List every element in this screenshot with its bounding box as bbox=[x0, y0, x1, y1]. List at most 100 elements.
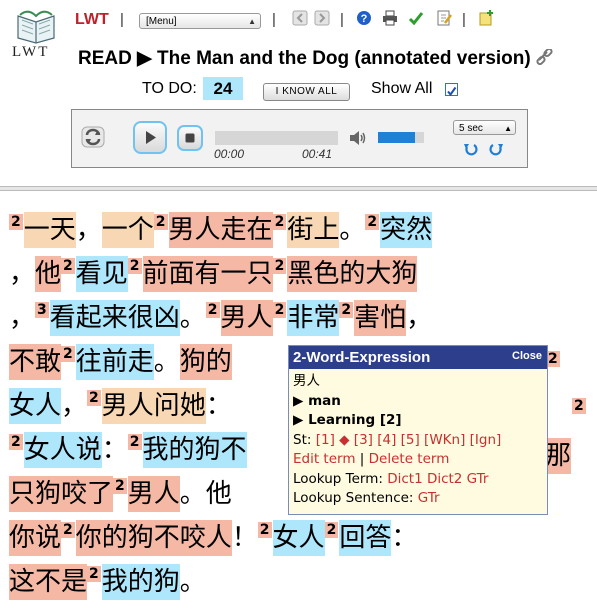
word-term[interactable]: 看见 bbox=[75, 256, 128, 292]
current-time: 00:00 bbox=[214, 147, 245, 161]
word-term[interactable]: 一个 bbox=[101, 212, 154, 248]
popup-body: 男人 ▶ man ▶ Learning [2] St: [1] ◆ [3] [4… bbox=[293, 372, 545, 509]
word-term[interactable]: 男人 bbox=[220, 300, 273, 336]
edit-text-icon[interactable] bbox=[436, 10, 452, 26]
separator: | bbox=[272, 11, 276, 28]
link-icon[interactable] bbox=[536, 47, 554, 66]
word-term[interactable]: 往前走 bbox=[75, 344, 154, 380]
checkmark-icon bbox=[447, 86, 457, 97]
chevron-down-icon: ▲ bbox=[504, 124, 512, 133]
punctuation: ， bbox=[61, 391, 88, 421]
popup-edit-row: Edit term | Delete term bbox=[293, 451, 450, 467]
i-know-all-button[interactable]: I KNOW ALL bbox=[263, 83, 350, 101]
lookup-sentence-link[interactable]: GTr bbox=[418, 490, 440, 506]
word-term[interactable]: 害怕 bbox=[354, 300, 407, 336]
lookup-sentence-label: Lookup Sentence: bbox=[293, 490, 414, 506]
word-term[interactable]: 女人 bbox=[272, 520, 325, 556]
text-line: 不敢 2 往前走。狗的 bbox=[9, 344, 232, 382]
delete-term-link[interactable]: Delete term bbox=[369, 451, 450, 467]
word-count-badge: 2 bbox=[365, 214, 380, 230]
skip-back-icon[interactable] bbox=[463, 141, 478, 156]
text-line: 只狗咬了 2 男人。他 bbox=[9, 476, 232, 514]
word-term[interactable]: 前面有一只 bbox=[142, 256, 273, 292]
word-term[interactable]: 他 bbox=[35, 256, 62, 292]
skip-forward-icon[interactable] bbox=[489, 141, 504, 156]
word-count-badge: 3 bbox=[35, 302, 49, 318]
volume-icon[interactable] bbox=[348, 130, 368, 146]
word-term[interactable]: 不敢 bbox=[9, 344, 62, 380]
word-term[interactable]: 街上 bbox=[287, 212, 340, 248]
word-count-badge: 2 bbox=[61, 258, 75, 274]
word-term[interactable]: 女人 bbox=[9, 388, 62, 424]
popup-status-links: St: [1] ◆ [3] [4] [5] [WKn] [Ign] bbox=[293, 431, 545, 451]
text-title: The Man and the Dog (annotated version) bbox=[157, 48, 531, 69]
word-count-badge: 2 bbox=[61, 346, 75, 362]
next-text-icon[interactable] bbox=[314, 10, 330, 26]
help-icon[interactable]: ? bbox=[356, 10, 372, 26]
menu-select[interactable]: [Menu] ▲ bbox=[139, 13, 261, 29]
stop-button[interactable] bbox=[177, 125, 203, 151]
word-term[interactable]: 女人说 bbox=[23, 432, 102, 468]
word-term[interactable]: 黑色的大狗 bbox=[287, 256, 418, 292]
check-icon[interactable] bbox=[408, 10, 424, 26]
word-term[interactable]: 男人走在 bbox=[168, 212, 273, 248]
edit-term-link[interactable]: Edit term bbox=[293, 451, 356, 467]
separator: | bbox=[340, 11, 344, 28]
word-count-badge: 2 bbox=[113, 478, 127, 494]
word-count-badge: 2 bbox=[205, 302, 220, 318]
word-term[interactable]: 你的狗不咬人 bbox=[75, 520, 232, 556]
new-text-icon[interactable] bbox=[478, 10, 494, 26]
word-term[interactable]: 这不是 bbox=[9, 564, 88, 600]
text-line: 2 一天，一个 2 男人走在 2 街上。 2 突然 bbox=[9, 212, 433, 250]
print-icon[interactable] bbox=[382, 10, 398, 26]
word-term[interactable]: 我的狗不 bbox=[142, 432, 247, 468]
status-links[interactable]: [1] ◆ [3] [4] [5] [WKn] [Ign] bbox=[316, 432, 502, 448]
punctuation: 。 bbox=[153, 347, 180, 377]
word-count-badge: 2 bbox=[127, 258, 142, 274]
repeat-icon[interactable] bbox=[81, 126, 105, 148]
word-term[interactable]: 一天 bbox=[23, 212, 76, 248]
word-term[interactable]: 男人问她 bbox=[101, 388, 206, 424]
word-count-badge: 2 bbox=[61, 522, 75, 538]
close-button[interactable]: Close bbox=[512, 350, 542, 362]
play-button[interactable] bbox=[133, 121, 167, 154]
logo-text: LWT bbox=[12, 44, 50, 60]
punctuation: 。他 bbox=[179, 479, 232, 509]
word-term[interactable]: 看起来很凶 bbox=[49, 300, 180, 336]
word-term[interactable]: 非常 bbox=[287, 300, 340, 336]
text-line: 女人， 2 男人问她： bbox=[9, 388, 232, 426]
word-count-badge: 2 bbox=[272, 214, 287, 230]
punctuation: ， bbox=[406, 303, 433, 333]
popup-lookup-sentence: Lookup Sentence: GTr bbox=[293, 489, 545, 509]
todo-count: 24 bbox=[203, 77, 243, 100]
word-term[interactable]: 我的狗 bbox=[101, 564, 180, 600]
popup-term: 男人 bbox=[293, 373, 320, 389]
frame-divider[interactable] bbox=[0, 186, 597, 191]
word-term[interactable]: 狗的 bbox=[179, 344, 232, 380]
show-all-checkbox[interactable] bbox=[445, 83, 458, 97]
text-line: 2 女人说： 2 我的狗不 bbox=[9, 432, 247, 470]
word-count-badge: 2 bbox=[9, 434, 23, 450]
stop-icon bbox=[185, 133, 195, 143]
punctuation: 。 bbox=[179, 303, 206, 333]
word-term[interactable]: 回答 bbox=[339, 520, 392, 556]
skip-seconds-select[interactable]: 5 sec ▲ bbox=[453, 120, 516, 135]
lookup-term-links[interactable]: Dict1 Dict2 GTr bbox=[387, 471, 488, 487]
book-logo-icon bbox=[17, 10, 55, 44]
svg-text:?: ? bbox=[361, 13, 368, 25]
duration: 00:41 bbox=[302, 147, 333, 161]
popup-status: ▶ Learning [2] bbox=[293, 412, 402, 428]
word-count-badge: 2 bbox=[339, 302, 354, 318]
previous-text-icon[interactable] bbox=[292, 10, 308, 26]
seek-bar[interactable] bbox=[215, 131, 338, 145]
punctuation: ， bbox=[9, 259, 36, 289]
page-title: READ ▶ The Man and the Dog (annotated ve… bbox=[78, 47, 554, 70]
word-term[interactable]: 你说 bbox=[9, 520, 62, 556]
word-term[interactable]: 只狗咬了 bbox=[9, 476, 114, 512]
app-name[interactable]: LWT bbox=[75, 11, 109, 29]
word-term[interactable]: 那 bbox=[545, 438, 572, 474]
word-term[interactable]: 男人 bbox=[127, 476, 180, 512]
punctuation: ： bbox=[205, 391, 232, 421]
separator: | bbox=[120, 11, 124, 28]
word-term[interactable]: 突然 bbox=[380, 212, 433, 248]
